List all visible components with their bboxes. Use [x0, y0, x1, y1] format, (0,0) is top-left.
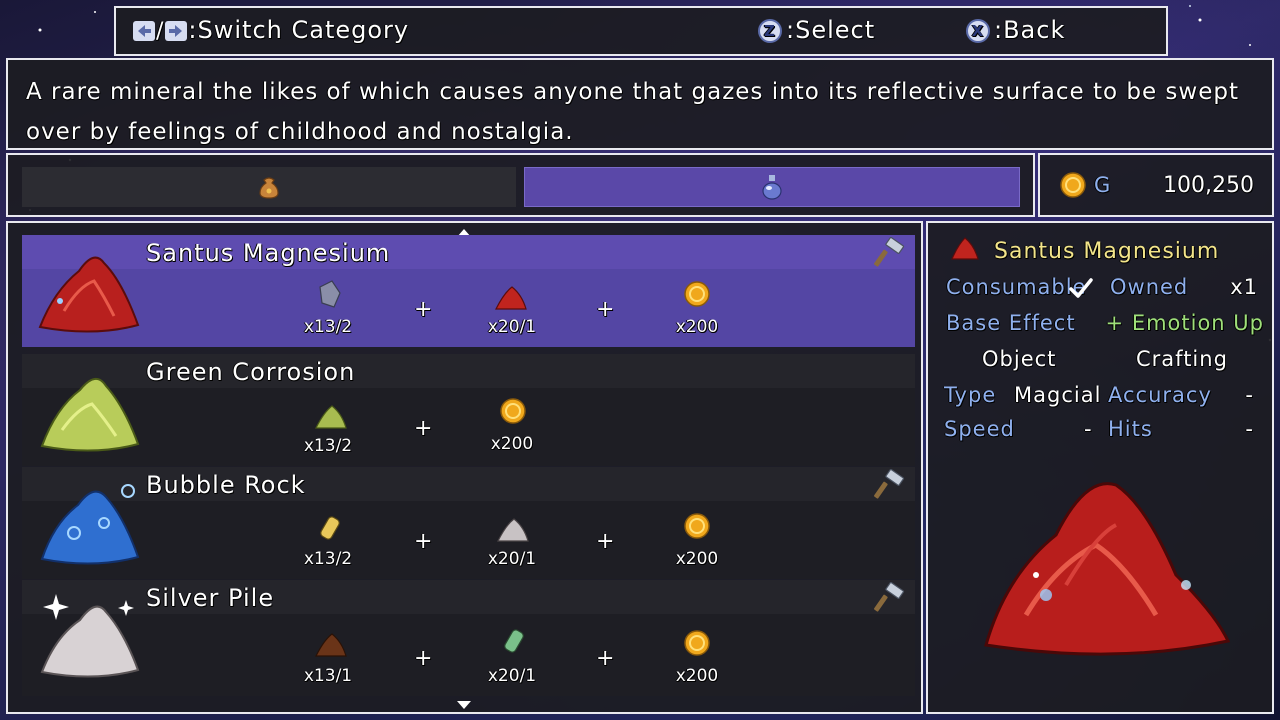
recipe-name: Green Corrosion — [146, 358, 356, 386]
type-label: Type — [944, 383, 997, 407]
potion-flask-icon — [762, 175, 782, 200]
detail-item-name: Santus Magnesium — [994, 239, 1220, 264]
green-ore-icon — [40, 378, 140, 452]
plus-sign: + — [596, 529, 615, 554]
recipe-name: Santus Magnesium — [146, 239, 391, 267]
plus-sign: + — [414, 416, 433, 441]
gold-coin-icon — [684, 281, 710, 307]
x-key-icon: X — [966, 19, 990, 43]
hammer-icon — [874, 582, 905, 612]
plus-sign: + — [596, 297, 615, 322]
gold-label: G — [1094, 173, 1111, 197]
recipe-name: Silver Pile — [146, 584, 275, 612]
hammer-icon — [874, 469, 905, 499]
item-description: A rare mineral the likes of which causes… — [26, 79, 1239, 145]
gold-coin-icon — [684, 630, 710, 656]
plus-sign: + — [414, 646, 433, 671]
consumable-label: Consumable — [946, 275, 1087, 299]
yellow-vial-icon — [320, 516, 340, 540]
object-label: Object — [982, 347, 1057, 371]
category-tab-items[interactable] — [22, 167, 516, 207]
select-hint: Z:Select — [758, 16, 875, 44]
gold-amount: 100,250 — [1163, 173, 1254, 198]
owned-label: Owned — [1110, 275, 1189, 299]
brown-ore-icon — [315, 633, 347, 657]
category-tab-materials[interactable] — [524, 167, 1020, 207]
green-ore-icon — [315, 405, 347, 429]
recipe-name: Bubble Rock — [146, 471, 306, 499]
red-ore-icon — [951, 237, 979, 260]
gold-coin-icon — [1060, 172, 1086, 198]
base-effect-label: Base Effect — [946, 311, 1076, 335]
item-detail-panel: Santus Magnesium Consumable Owned x1 Bas… — [926, 221, 1274, 714]
owned-value: x1 — [1230, 275, 1258, 299]
gold-panel: G 100,250 — [1038, 153, 1274, 217]
switch-category-hint: / :Switch Category — [132, 16, 409, 44]
speed-value: - — [1084, 417, 1093, 441]
recipe-row-green-corrosion[interactable]: Green Corrosion x13/2 + x200 — [22, 354, 915, 466]
type-value: Magcial — [1014, 383, 1102, 407]
z-key-icon: Z — [758, 19, 782, 43]
ingredient-qty: x20/1 — [487, 317, 537, 337]
ingredient-qty: x200 — [675, 666, 719, 686]
red-ore-icon — [38, 256, 140, 333]
gold-coin-icon — [684, 513, 710, 539]
gold-coin-icon — [500, 398, 526, 424]
item-description-panel: A rare mineral the likes of which causes… — [6, 58, 1274, 150]
green-vial-icon — [504, 629, 524, 653]
accuracy-label: Accuracy — [1108, 383, 1212, 407]
ingredient-qty: x20/1 — [487, 549, 537, 569]
ingredient-qty: x13/2 — [303, 317, 353, 337]
blue-ore-icon — [40, 484, 140, 565]
ingredient-qty: x20/1 — [487, 666, 537, 686]
gray-crystal-icon — [319, 280, 341, 308]
plus-sign: + — [414, 529, 433, 554]
plus-sign: + — [414, 297, 433, 322]
speed-label: Speed — [944, 417, 1015, 441]
hammer-icon — [874, 237, 905, 267]
pouch-icon — [259, 177, 279, 199]
arrow-left-icon — [133, 21, 155, 41]
back-hint: X:Back — [966, 16, 1065, 44]
switch-category-label: :Switch Category — [188, 16, 410, 44]
recipe-list[interactable]: Santus Magnesium x13/2 + x20/1 + x200 Gr… — [6, 221, 923, 714]
ingredient-qty: x200 — [490, 434, 534, 454]
recipe-row-santus-magnesium[interactable]: Santus Magnesium x13/2 + x20/1 + x200 — [22, 235, 915, 347]
ingredient-qty: x200 — [675, 549, 719, 569]
scroll-down-arrow-icon[interactable] — [456, 700, 472, 710]
category-bar — [6, 153, 1035, 217]
silver-ore-icon — [497, 518, 529, 542]
arrow-right-icon — [165, 21, 188, 41]
back-label: :Back — [994, 16, 1066, 44]
accuracy-value: - — [1245, 383, 1254, 407]
hits-value: - — [1245, 417, 1254, 441]
recipe-row-silver-pile[interactable]: Silver Pile x13/1 + x20/1 + x200 — [22, 580, 915, 696]
ingredient-qty: x13/2 — [303, 549, 353, 569]
plus-sign: + — [596, 646, 615, 671]
hits-label: Hits — [1108, 417, 1153, 441]
ingredient-qty: x13/2 — [303, 436, 353, 456]
control-hint-bar: / :Switch Category Z:Select X:Back — [114, 6, 1168, 56]
ingredient-qty: x200 — [675, 317, 719, 337]
checkmark-icon — [1069, 278, 1093, 298]
red-ore-icon — [495, 286, 527, 310]
red-ore-large-icon — [984, 482, 1231, 656]
silver-ore-icon — [40, 594, 140, 678]
base-effect-value: + Emotion Up — [1105, 311, 1264, 335]
crafting-label: Crafting — [1136, 347, 1228, 371]
ingredient-qty: x13/1 — [303, 666, 353, 686]
select-label: :Select — [786, 16, 876, 44]
recipe-row-bubble-rock[interactable]: Bubble Rock x13/2 + x20/1 + x200 — [22, 467, 915, 579]
